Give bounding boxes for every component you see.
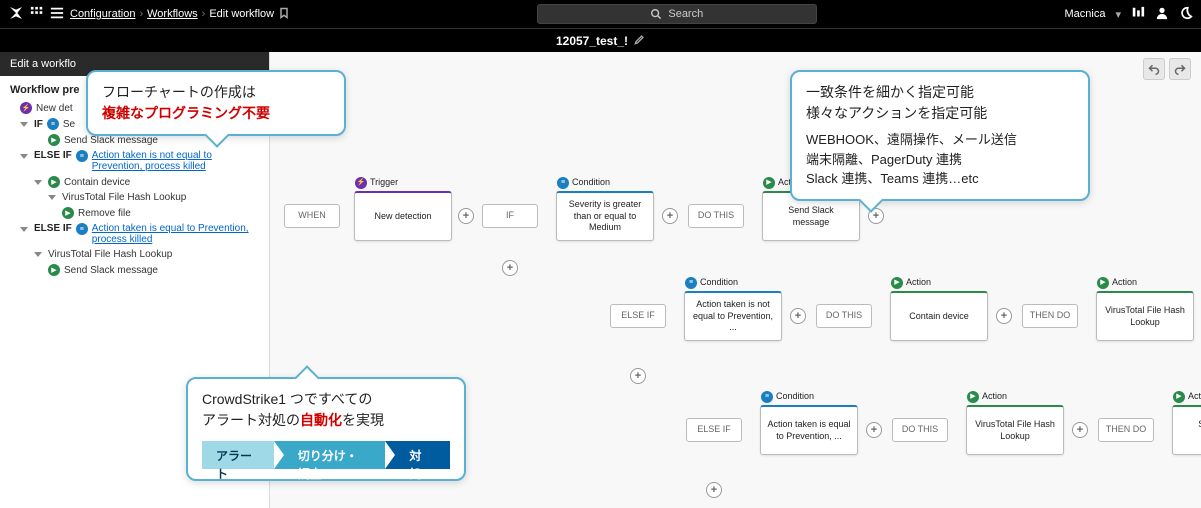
- play-icon: ▶: [1173, 391, 1185, 403]
- play-icon: ▶: [1097, 277, 1109, 289]
- play-icon: ▶: [891, 277, 903, 289]
- moon-icon[interactable]: [1179, 6, 1193, 23]
- caret-icon: [20, 227, 28, 232]
- tree-action[interactable]: ▶ Send Slack message: [0, 262, 269, 278]
- caret-icon: [34, 180, 42, 185]
- workflow-title: 12057_test_!: [556, 34, 628, 48]
- add-branch-button[interactable]: +: [630, 368, 646, 384]
- search-input[interactable]: Search: [537, 4, 817, 24]
- menu-dots-icon[interactable]: [30, 6, 44, 23]
- add-node-button[interactable]: +: [458, 208, 474, 224]
- add-node-button[interactable]: +: [996, 308, 1012, 324]
- caret-icon: [34, 252, 42, 257]
- breadcrumb: Configuration › Workflows › Edit workflo…: [70, 7, 290, 22]
- play-icon: ▶: [763, 177, 775, 189]
- add-node-button[interactable]: +: [1072, 422, 1088, 438]
- if-node[interactable]: IF: [482, 204, 538, 228]
- search-placeholder: Search: [668, 8, 703, 20]
- chevron-down-icon[interactable]: ▾: [1115, 8, 1121, 21]
- topbar: Configuration › Workflows › Edit workflo…: [0, 0, 1201, 28]
- tree-elseif-1[interactable]: ELSE IF ≡ Action taken is not equal to P…: [0, 148, 269, 174]
- workflow-title-bar: 12057_test_!: [0, 28, 1201, 52]
- process-ribbon: アラート 切り分け・調査 対 処: [202, 441, 450, 469]
- action-card-contain[interactable]: ▶Action Contain device: [890, 291, 988, 341]
- caret-icon: [20, 122, 28, 127]
- condition-card-2[interactable]: ≡Condition Action taken is not equal to …: [684, 291, 782, 341]
- condition-icon: ≡: [76, 223, 88, 235]
- user-icon[interactable]: [1155, 6, 1169, 23]
- condition-card-1[interactable]: ≡Condition Severity is greater than or e…: [556, 191, 654, 241]
- ribbon-investigate: 切り分け・調査: [274, 441, 386, 469]
- action-card-vt-2[interactable]: ▶Action VirusTotal File Hash Lookup: [966, 405, 1064, 455]
- callout-automation: CrowdStrike1 つですべての アラート対処の自動化を実現 アラート 切…: [186, 377, 466, 481]
- breadcrumb-workflows[interactable]: Workflows: [147, 8, 198, 20]
- bolt-icon: ⚡: [355, 177, 367, 189]
- dothis-node-3[interactable]: DO THIS: [892, 418, 948, 442]
- dothis-node[interactable]: DO THIS: [688, 204, 744, 228]
- breadcrumb-current: Edit workflow: [209, 8, 274, 20]
- condition-icon: ≡: [761, 391, 773, 403]
- condition-card-3[interactable]: ≡Condition Action taken is equal to Prev…: [760, 405, 858, 455]
- breadcrumb-sep: ›: [139, 8, 143, 20]
- play-icon: ▶: [48, 176, 60, 188]
- breadcrumb-configuration[interactable]: Configuration: [70, 8, 135, 20]
- add-branch-button[interactable]: +: [502, 260, 518, 276]
- tenant-label[interactable]: Macnica: [1065, 8, 1106, 20]
- search-icon: [651, 9, 662, 20]
- when-node[interactable]: WHEN: [284, 204, 340, 228]
- thendo-node-3[interactable]: THEN DO: [1098, 418, 1154, 442]
- thendo-node-1[interactable]: THEN DO: [1022, 304, 1078, 328]
- redo-button[interactable]: [1169, 58, 1191, 80]
- condition-icon: ≡: [76, 150, 88, 162]
- add-node-button[interactable]: +: [662, 208, 678, 224]
- add-branch-button[interactable]: +: [706, 482, 722, 498]
- callout-flowchart: フローチャートの作成は 複雑なプログラミング不要: [86, 70, 346, 136]
- action-card-slack-2[interactable]: ▶Action Send Slack message: [1172, 405, 1201, 455]
- dothis-node-2[interactable]: DO THIS: [816, 304, 872, 328]
- undo-button[interactable]: [1143, 58, 1165, 80]
- bookmark-icon[interactable]: [278, 7, 290, 22]
- tree-elseif-2[interactable]: ELSE IF ≡ Action taken is equal to Preve…: [0, 221, 269, 247]
- action-card-vt-1[interactable]: ▶Action VirusTotal File Hash Lookup: [1096, 291, 1194, 341]
- caret-icon: [48, 195, 56, 200]
- condition-icon: ≡: [685, 277, 697, 289]
- add-node-button[interactable]: +: [866, 422, 882, 438]
- play-icon: ▶: [48, 264, 60, 276]
- elseif-node-1[interactable]: ELSE IF: [610, 304, 666, 328]
- tree-action[interactable]: VirusTotal File Hash Lookup: [0, 190, 269, 205]
- condition-icon: ≡: [47, 118, 59, 130]
- bolt-icon: ⚡: [20, 102, 32, 114]
- tree-action[interactable]: ▶ Remove file: [0, 205, 269, 221]
- play-icon: ▶: [967, 391, 979, 403]
- tree-action[interactable]: VirusTotal File Hash Lookup: [0, 247, 269, 262]
- breadcrumb-sep: ›: [202, 8, 206, 20]
- play-icon: ▶: [62, 207, 74, 219]
- callout-actions: 一致条件を細かく指定可能 様々なアクションを指定可能 WEBHOOK、遠隔操作、…: [790, 70, 1090, 201]
- caret-icon: [20, 154, 28, 159]
- equalizer-icon[interactable]: [1131, 6, 1145, 23]
- play-icon: ▶: [48, 134, 60, 146]
- add-node-button[interactable]: +: [790, 308, 806, 324]
- ribbon-alert: アラート: [202, 441, 274, 469]
- tree-action[interactable]: ▶ Contain device: [0, 174, 269, 190]
- elseif-node-2[interactable]: ELSE IF: [686, 418, 742, 442]
- condition-icon: ≡: [557, 177, 569, 189]
- menu-lines-icon[interactable]: [50, 6, 64, 23]
- trigger-card[interactable]: ⚡Trigger New detection: [354, 191, 452, 241]
- falcon-logo-icon: [8, 5, 24, 24]
- edit-title-icon[interactable]: [634, 34, 645, 48]
